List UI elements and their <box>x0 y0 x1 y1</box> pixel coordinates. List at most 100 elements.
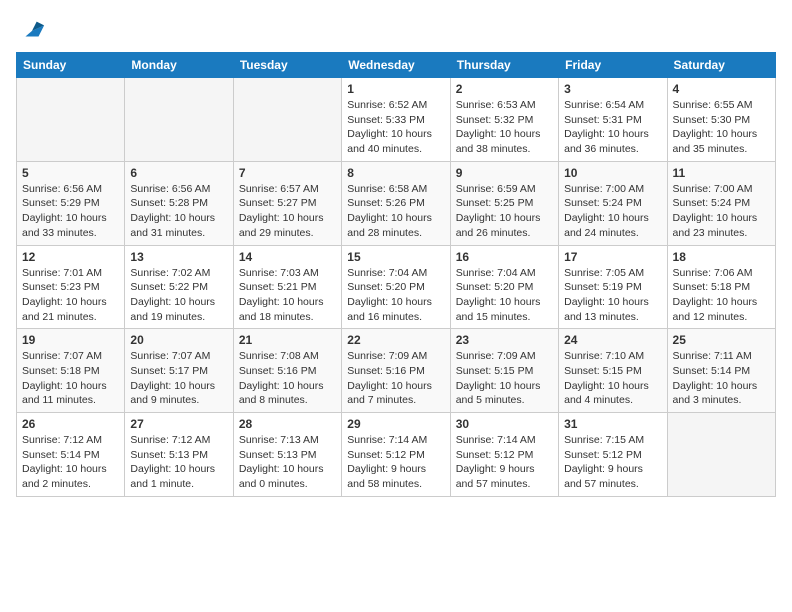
calendar-cell: 26Sunrise: 7:12 AM Sunset: 5:14 PM Dayli… <box>17 413 125 497</box>
day-info: Sunrise: 7:12 AM Sunset: 5:13 PM Dayligh… <box>130 433 227 492</box>
logo <box>16 16 46 44</box>
day-info: Sunrise: 7:09 AM Sunset: 5:15 PM Dayligh… <box>456 349 553 408</box>
day-number: 2 <box>456 82 553 96</box>
calendar-cell: 5 Sunrise: 6:56 AM Sunset: 5:29 PM Daylig… <box>17 161 125 245</box>
day-number: 10 <box>564 166 661 180</box>
calendar-cell: 6 Sunrise: 6:56 AM Sunset: 5:28 PM Daylig… <box>125 161 233 245</box>
calendar-cell: 25Sunrise: 7:11 AM Sunset: 5:14 PM Dayli… <box>667 329 775 413</box>
day-info: Sunrise: 7:07 AM Sunset: 5:17 PM Dayligh… <box>130 349 227 408</box>
calendar-cell <box>233 78 341 162</box>
calendar-cell: 12 Sunrise: 7:01 AM Sunset: 5:23 PM Dayli… <box>17 245 125 329</box>
day-number: 3 <box>564 82 661 96</box>
day-info: Sunrise: 7:08 AM Sunset: 5:16 PM Dayligh… <box>239 349 336 408</box>
calendar-cell: 10 Sunrise: 7:00 AM Sunset: 5:24 PM Dayli… <box>559 161 667 245</box>
calendar-cell: 11Sunrise: 7:00 AM Sunset: 5:24 PM Dayli… <box>667 161 775 245</box>
calendar-cell <box>667 413 775 497</box>
day-info: Sunrise: 7:01 AM Sunset: 5:23 PM Dayligh… <box>22 266 119 325</box>
calendar-cell: 23 Sunrise: 7:09 AM Sunset: 5:15 PM Dayli… <box>450 329 558 413</box>
calendar-cell: 22 Sunrise: 7:09 AM Sunset: 5:16 PM Dayli… <box>342 329 450 413</box>
day-info: Sunrise: 7:03 AM Sunset: 5:21 PM Dayligh… <box>239 266 336 325</box>
day-info: Sunrise: 7:13 AM Sunset: 5:13 PM Dayligh… <box>239 433 336 492</box>
day-info: Sunrise: 7:09 AM Sunset: 5:16 PM Dayligh… <box>347 349 444 408</box>
day-number: 11 <box>673 166 770 180</box>
day-number: 6 <box>130 166 227 180</box>
day-info: Sunrise: 6:54 AM Sunset: 5:31 PM Dayligh… <box>564 98 661 157</box>
calendar-cell: 17 Sunrise: 7:05 AM Sunset: 5:19 PM Dayli… <box>559 245 667 329</box>
calendar-cell: 1 Sunrise: 6:52 AM Sunset: 5:33 PM Daylig… <box>342 78 450 162</box>
day-info: Sunrise: 7:14 AM Sunset: 5:12 PM Dayligh… <box>347 433 444 492</box>
day-info: Sunrise: 7:14 AM Sunset: 5:12 PM Dayligh… <box>456 433 553 492</box>
calendar-table: SundayMondayTuesdayWednesdayThursdayFrid… <box>16 52 776 497</box>
calendar-cell <box>17 78 125 162</box>
day-number: 12 <box>22 250 119 264</box>
day-number: 23 <box>456 333 553 347</box>
calendar-cell: 13 Sunrise: 7:02 AM Sunset: 5:22 PM Dayli… <box>125 245 233 329</box>
weekday-header-monday: Monday <box>125 53 233 78</box>
day-info: Sunrise: 7:06 AM Sunset: 5:18 PM Dayligh… <box>673 266 770 325</box>
day-info: Sunrise: 7:11 AM Sunset: 5:14 PM Dayligh… <box>673 349 770 408</box>
calendar-cell: 3 Sunrise: 6:54 AM Sunset: 5:31 PM Daylig… <box>559 78 667 162</box>
calendar-cell <box>125 78 233 162</box>
day-number: 28 <box>239 417 336 431</box>
weekday-header-thursday: Thursday <box>450 53 558 78</box>
day-number: 1 <box>347 82 444 96</box>
calendar-week-row: 26Sunrise: 7:12 AM Sunset: 5:14 PM Dayli… <box>17 413 776 497</box>
day-number: 7 <box>239 166 336 180</box>
day-info: Sunrise: 6:57 AM Sunset: 5:27 PM Dayligh… <box>239 182 336 241</box>
day-number: 31 <box>564 417 661 431</box>
calendar-week-row: 5 Sunrise: 6:56 AM Sunset: 5:29 PM Daylig… <box>17 161 776 245</box>
calendar-cell: 21 Sunrise: 7:08 AM Sunset: 5:16 PM Dayli… <box>233 329 341 413</box>
day-info: Sunrise: 7:10 AM Sunset: 5:15 PM Dayligh… <box>564 349 661 408</box>
day-number: 8 <box>347 166 444 180</box>
day-info: Sunrise: 6:53 AM Sunset: 5:32 PM Dayligh… <box>456 98 553 157</box>
day-number: 16 <box>456 250 553 264</box>
calendar-cell: 9Sunrise: 6:59 AM Sunset: 5:25 PM Daylig… <box>450 161 558 245</box>
day-info: Sunrise: 7:02 AM Sunset: 5:22 PM Dayligh… <box>130 266 227 325</box>
weekday-header-tuesday: Tuesday <box>233 53 341 78</box>
calendar-week-row: 12 Sunrise: 7:01 AM Sunset: 5:23 PM Dayli… <box>17 245 776 329</box>
day-number: 17 <box>564 250 661 264</box>
calendar-cell: 19 Sunrise: 7:07 AM Sunset: 5:18 PM Dayli… <box>17 329 125 413</box>
day-info: Sunrise: 7:07 AM Sunset: 5:18 PM Dayligh… <box>22 349 119 408</box>
day-number: 15 <box>347 250 444 264</box>
day-info: Sunrise: 7:15 AM Sunset: 5:12 PM Dayligh… <box>564 433 661 492</box>
day-number: 29 <box>347 417 444 431</box>
calendar-cell: 2 Sunrise: 6:53 AM Sunset: 5:32 PM Daylig… <box>450 78 558 162</box>
day-number: 4 <box>673 82 770 96</box>
day-number: 27 <box>130 417 227 431</box>
day-info: Sunrise: 6:52 AM Sunset: 5:33 PM Dayligh… <box>347 98 444 157</box>
calendar-cell: 20Sunrise: 7:07 AM Sunset: 5:17 PM Dayli… <box>125 329 233 413</box>
weekday-header-friday: Friday <box>559 53 667 78</box>
calendar-cell: 18 Sunrise: 7:06 AM Sunset: 5:18 PM Dayli… <box>667 245 775 329</box>
weekday-header-saturday: Saturday <box>667 53 775 78</box>
day-number: 21 <box>239 333 336 347</box>
calendar-cell: 24 Sunrise: 7:10 AM Sunset: 5:15 PM Dayli… <box>559 329 667 413</box>
day-number: 13 <box>130 250 227 264</box>
logo-icon <box>18 16 46 44</box>
day-info: Sunrise: 7:00 AM Sunset: 5:24 PM Dayligh… <box>564 182 661 241</box>
day-number: 19 <box>22 333 119 347</box>
day-info: Sunrise: 7:04 AM Sunset: 5:20 PM Dayligh… <box>347 266 444 325</box>
day-info: Sunrise: 6:56 AM Sunset: 5:29 PM Dayligh… <box>22 182 119 241</box>
day-info: Sunrise: 6:58 AM Sunset: 5:26 PM Dayligh… <box>347 182 444 241</box>
page-header <box>16 16 776 44</box>
day-number: 14 <box>239 250 336 264</box>
day-info: Sunrise: 6:55 AM Sunset: 5:30 PM Dayligh… <box>673 98 770 157</box>
day-number: 24 <box>564 333 661 347</box>
day-info: Sunrise: 6:56 AM Sunset: 5:28 PM Dayligh… <box>130 182 227 241</box>
calendar-cell: 27 Sunrise: 7:12 AM Sunset: 5:13 PM Dayli… <box>125 413 233 497</box>
day-number: 5 <box>22 166 119 180</box>
calendar-header-row: SundayMondayTuesdayWednesdayThursdayFrid… <box>17 53 776 78</box>
calendar-cell: 4 Sunrise: 6:55 AM Sunset: 5:30 PM Daylig… <box>667 78 775 162</box>
day-info: Sunrise: 7:05 AM Sunset: 5:19 PM Dayligh… <box>564 266 661 325</box>
calendar-week-row: 19 Sunrise: 7:07 AM Sunset: 5:18 PM Dayli… <box>17 329 776 413</box>
calendar-cell: 8 Sunrise: 6:58 AM Sunset: 5:26 PM Daylig… <box>342 161 450 245</box>
day-info: Sunrise: 7:04 AM Sunset: 5:20 PM Dayligh… <box>456 266 553 325</box>
day-info: Sunrise: 6:59 AM Sunset: 5:25 PM Dayligh… <box>456 182 553 241</box>
calendar-cell: 16 Sunrise: 7:04 AM Sunset: 5:20 PM Dayli… <box>450 245 558 329</box>
day-number: 18 <box>673 250 770 264</box>
day-number: 22 <box>347 333 444 347</box>
day-number: 30 <box>456 417 553 431</box>
calendar-week-row: 1 Sunrise: 6:52 AM Sunset: 5:33 PM Daylig… <box>17 78 776 162</box>
calendar-cell: 28 Sunrise: 7:13 AM Sunset: 5:13 PM Dayli… <box>233 413 341 497</box>
